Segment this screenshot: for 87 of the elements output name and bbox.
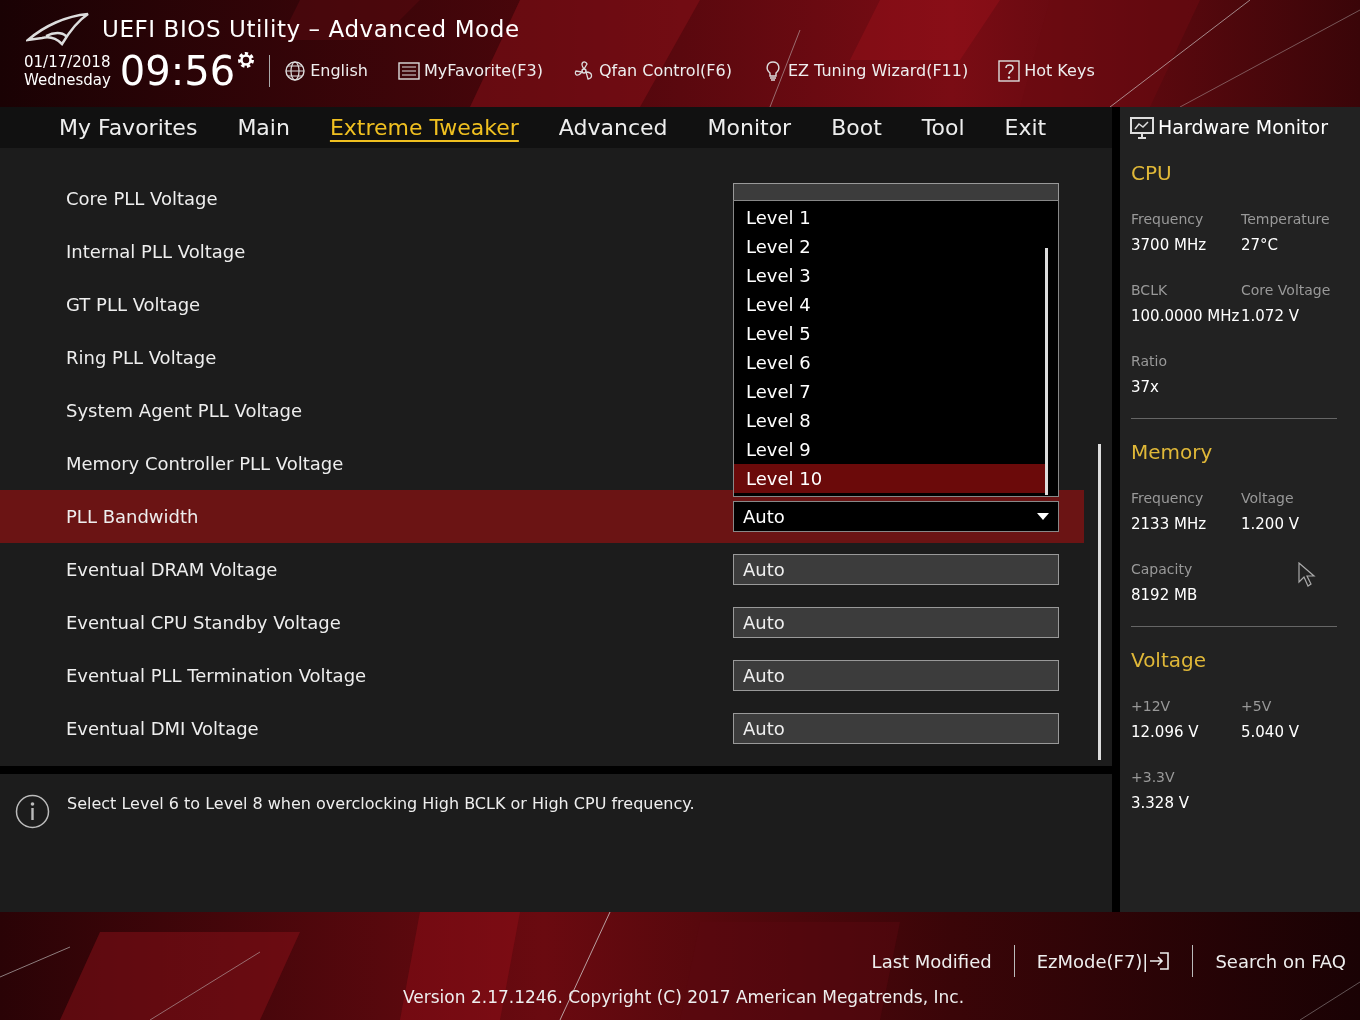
menu-tab[interactable]: My Favorites (59, 111, 198, 144)
version-text: Version 2.17.1246. Copyright (C) 2017 American Megatrends, Inc. (403, 986, 965, 1009)
section-title: Memory (1131, 439, 1214, 466)
section-title: CPU (1131, 160, 1173, 187)
dropdown-option[interactable]: Level 7 (734, 377, 1046, 406)
dropdown-option[interactable]: Level 4 (734, 290, 1046, 319)
stat-value: 1.072 V (1241, 306, 1300, 327)
monitor-icon (1130, 116, 1154, 139)
help-icon (998, 59, 1021, 82)
stat-value: 8192 MB (1131, 585, 1199, 606)
setting-label: Ring PLL Voltage (66, 346, 218, 370)
footer-button[interactable]: Last Modified (871, 947, 992, 975)
globe-icon (284, 59, 307, 82)
stat-label: Temperature (1241, 210, 1331, 229)
day-text: Wednesday (24, 70, 111, 89)
stat-value: 2133 MHz (1131, 514, 1208, 535)
date-text: 01/17/2018 (24, 52, 111, 71)
caret-icon (1037, 513, 1049, 520)
stat-value: 37x (1131, 377, 1160, 398)
toolbar-button[interactable]: Hot Keys (998, 58, 1095, 83)
menu-tab[interactable]: Main (237, 111, 290, 144)
stat-value: 100.0000 MHz (1131, 306, 1241, 327)
dropdown-option[interactable]: Level 5 (734, 319, 1046, 348)
toolbar-button[interactable]: Qfan Control(F6) (573, 58, 732, 83)
dropdown-field[interactable]: Auto (733, 607, 1059, 638)
setting-label: PLL Bandwidth (66, 505, 200, 529)
stat-value: 5.040 V (1241, 722, 1300, 743)
setting-label: Internal PLL Voltage (66, 240, 247, 264)
stat-label: Ratio (1131, 352, 1168, 371)
stat-value: 3700 MHz (1131, 235, 1208, 256)
setting-label: Eventual DMI Voltage (66, 717, 260, 741)
stat-value: 3.328 V (1131, 793, 1190, 814)
stat-label: Frequency (1131, 210, 1205, 229)
scrollbar[interactable] (1045, 248, 1048, 495)
footer-button[interactable]: Search on FAQ (1215, 947, 1346, 975)
setting-label: System Agent PLL Voltage (66, 399, 303, 423)
stat-label: Capacity (1131, 560, 1194, 579)
menu-tab[interactable]: Boot (831, 111, 882, 144)
exit-icon (1148, 950, 1171, 972)
stat-label: Voltage (1241, 489, 1295, 508)
setting-label: Eventual PLL Termination Voltage (66, 664, 368, 688)
setting-label: Memory Controller PLL Voltage (66, 452, 345, 476)
dropdown-option[interactable]: Level 2 (734, 232, 1046, 261)
stat-label: +3.3V (1131, 768, 1176, 787)
toolbar-button[interactable]: MyFavorite(F3) (397, 58, 543, 83)
footer-button[interactable]: EzMode(F7)| (1036, 947, 1171, 975)
stat-label: Core Voltage (1241, 281, 1332, 300)
list-icon (397, 59, 420, 82)
dropdown-field[interactable]: Auto (733, 713, 1059, 744)
help-text: Select Level 6 to Level 8 when overclocking High BCLK or High CPU frequency. (67, 793, 695, 815)
dropdown-option[interactable]: Level 6 (734, 348, 1046, 377)
dropdown-option[interactable]: Level 1 (734, 203, 1046, 232)
dropdown-option[interactable]: Level 10 (734, 464, 1046, 493)
selected-row[interactable]: PLL Bandwidth Auto (0, 490, 1084, 543)
section-title: Voltage (1131, 647, 1208, 674)
dropdown-option[interactable]: Level 9 (734, 435, 1046, 464)
setting-label: Eventual CPU Standby Voltage (66, 611, 342, 635)
fan-icon (573, 59, 595, 82)
dropdown-option[interactable]: Level 8 (734, 406, 1046, 435)
stat-value: 12.096 V (1131, 722, 1200, 743)
dropdown-field[interactable]: Auto (733, 501, 1059, 532)
dropdown-field[interactable]: Auto (733, 660, 1059, 691)
menu-tab[interactable]: Extreme Tweaker (329, 111, 519, 144)
stat-label: BCLK (1131, 281, 1169, 300)
clock-time: 09:56 (119, 50, 236, 91)
panel-title: Hardware Monitor (1158, 115, 1328, 141)
menu-tab[interactable]: Exit (1004, 111, 1047, 144)
dropdown-field[interactable]: Auto (733, 554, 1059, 585)
scrollbar[interactable] (1098, 444, 1101, 760)
stat-label: Frequency (1131, 489, 1205, 508)
dropdown-option[interactable]: Level 3 (734, 261, 1046, 290)
toolbar-button[interactable]: EZ Tuning Wizard(F11) (761, 58, 969, 83)
logo-icon (26, 12, 90, 47)
stat-label: +12V (1131, 697, 1172, 716)
menu-tab[interactable]: Monitor (707, 111, 792, 144)
setting-label: Eventual DRAM Voltage (66, 558, 279, 582)
window-title: UEFI BIOS Utility – Advanced Mode (102, 15, 520, 44)
toolbar-button[interactable]: English (284, 58, 368, 83)
menu-tab[interactable]: Tool (921, 111, 965, 144)
stat-label: +5V (1241, 697, 1273, 716)
info-icon (15, 794, 50, 829)
setting-label: Core PLL Voltage (66, 187, 219, 211)
setting-label: GT PLL Voltage (66, 293, 202, 317)
stat-value: 27°C (1241, 235, 1280, 256)
stat-value: 1.200 V (1241, 514, 1300, 535)
menu-tab[interactable]: Advanced (558, 111, 668, 144)
mouse-cursor-icon (1298, 562, 1316, 588)
